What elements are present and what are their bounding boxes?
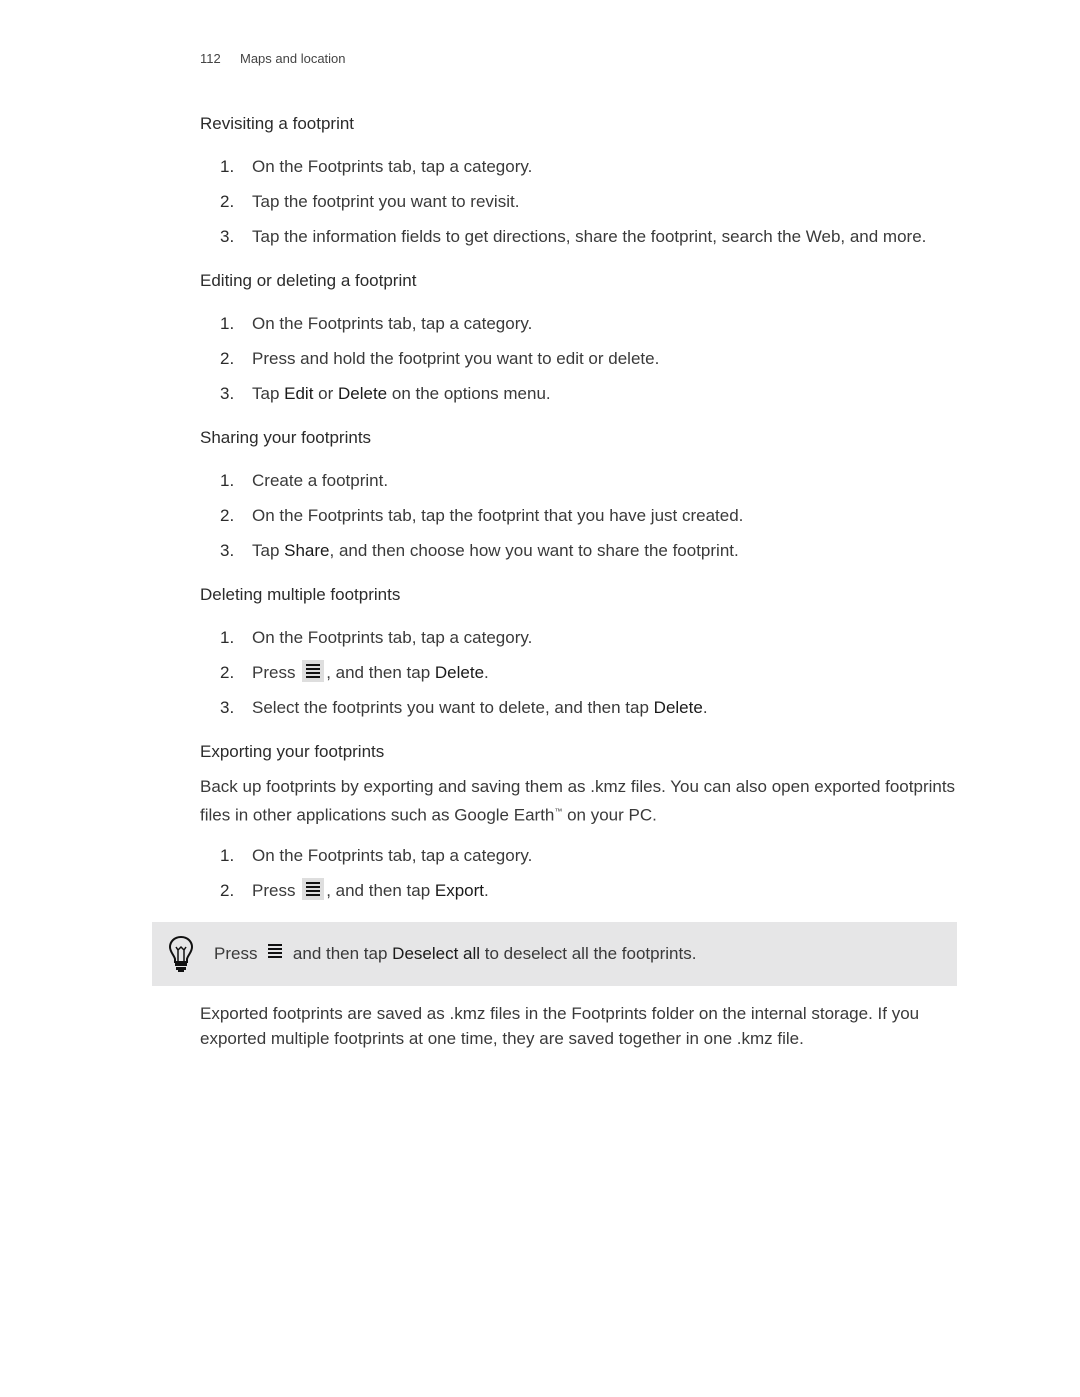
ui-term-delete: Delete <box>653 698 703 717</box>
ui-term-share: Share <box>284 541 330 560</box>
steps-list: 1. Create a footprint. 2. On the Footprint… <box>200 468 960 563</box>
step: 2. Press , and then tap Delete. <box>200 660 960 685</box>
section-exporting: Exporting your footprints Back up footpr… <box>200 740 960 903</box>
step-number: 2. <box>220 663 235 682</box>
chapter-title: Maps and location <box>240 51 346 66</box>
step: 1. On the Footprints tab, tap a category. <box>200 154 960 179</box>
ui-term-deselect-all: Deselect all <box>392 944 481 963</box>
menu-icon <box>302 877 325 900</box>
step-text: . <box>702 698 708 717</box>
section-title: Revisiting a footprint <box>200 114 355 133</box>
step-number: 1. <box>220 314 235 333</box>
export-intro: Back up footprints by exporting and savi… <box>200 774 960 828</box>
section-editing: Editing or deleting a footprint 1. On the… <box>200 269 960 406</box>
step-text: On the Footprints tab, tap a category. <box>252 845 533 865</box>
step-text: On the Footprints tab, tap a category. <box>252 314 533 333</box>
menu-icon <box>264 941 286 963</box>
steps-list: 1. On the Footprints tab, tap a category.… <box>200 625 960 720</box>
section-title: Editing or deleting a footprint <box>200 271 417 290</box>
tip-box: Press and then tap Deselect all to desel… <box>152 922 957 986</box>
lightbulb-icon <box>168 935 194 972</box>
step-number: 2. <box>220 506 235 525</box>
step-text: Press and hold the footprint you want to… <box>252 349 660 368</box>
section-deleting-multiple: Deleting multiple footprints 1. On the Fo… <box>200 583 960 720</box>
step-text: On the Footprints tab, tap a category. <box>252 157 533 176</box>
step-text: . <box>484 880 489 900</box>
step: 1. Create a footprint. <box>200 468 960 493</box>
step-text: On the Footprints tab, tap the footprint… <box>252 506 744 525</box>
step: 3. Tap the information fields to get dire… <box>200 224 960 249</box>
step: 2. On the Footprints tab, tap the footpri… <box>200 503 960 528</box>
step-number: 2. <box>220 880 235 900</box>
tip-text-part: to deselect all the footprints. <box>480 944 697 963</box>
step-number: 2. <box>220 349 235 368</box>
step: 1. On the Footprints tab, tap a category. <box>200 625 960 650</box>
step-text: Select the footprints you want to delete… <box>252 698 654 717</box>
step-number: 3. <box>220 541 235 560</box>
step-text: , and then tap <box>326 880 435 900</box>
section-title: Deleting multiple footprints <box>200 585 401 604</box>
menu-icon <box>302 660 325 682</box>
step-number: 3. <box>220 227 235 246</box>
intro-text: on your PC. <box>562 805 657 825</box>
step: 1. On the Footprints tab, tap a category. <box>200 311 960 336</box>
step-text: Tap the footprint you want to revisit. <box>252 192 520 211</box>
steps-list: 1. On the Footprints tab, tap a category.… <box>200 843 960 903</box>
steps-list: 1. On the Footprints tab, tap a category.… <box>200 154 960 249</box>
step-text: on the options menu. <box>387 384 551 403</box>
step-text: Tap the information fields to get direct… <box>252 227 927 246</box>
step-text: , and then choose how you want to share … <box>329 541 739 560</box>
step: 2. Tap the footprint you want to revisit. <box>200 189 960 214</box>
step: 3. Tap Share, and then choose how you wan… <box>200 538 960 563</box>
step: 2. Press and hold the footprint you want … <box>200 346 960 371</box>
step-number: 3. <box>220 384 235 403</box>
step-text: or <box>313 384 338 403</box>
step-number: 1. <box>220 845 235 865</box>
step-text: Tap <box>252 384 285 403</box>
ui-term-export: Export <box>434 880 485 900</box>
step-number: 1. <box>220 157 235 176</box>
ui-term-delete: Delete <box>338 384 388 403</box>
section-sharing: Sharing your footprints 1. Create a footp… <box>200 426 960 563</box>
main-content: Revisiting a footprint 1. On the Footprin… <box>200 112 960 923</box>
step-text: Tap <box>252 541 285 560</box>
step-text: Press <box>252 880 301 900</box>
step: 2. Press , and then tap Export. <box>200 877 960 903</box>
page-number: 112 <box>200 51 221 66</box>
section-title: Exporting your footprints <box>200 742 385 761</box>
tip-text-part: and then tap <box>288 944 393 963</box>
step-number: 3. <box>220 698 235 717</box>
step: 3. Select the footprints you want to dele… <box>200 695 960 720</box>
step-text: . <box>484 663 489 682</box>
steps-list: 1. On the Footprints tab, tap a category.… <box>200 311 960 406</box>
ui-term-delete: Delete <box>434 663 485 682</box>
section-title: Sharing your footprints <box>200 428 372 447</box>
step: 3. Tap Edit or Delete on the options menu… <box>200 381 960 406</box>
step-number: 1. <box>220 471 235 490</box>
section-revisiting: Revisiting a footprint 1. On the Footprin… <box>200 112 960 249</box>
step-text: On the Footprints tab, tap a category. <box>252 628 533 647</box>
step-number: 2. <box>220 192 235 211</box>
step: 1. On the Footprints tab, tap a category. <box>200 843 960 868</box>
page-header: 112 Maps and location <box>200 51 346 66</box>
step-number: 1. <box>220 628 235 647</box>
closing-paragraph: Exported footprints are saved as .kmz fi… <box>200 1004 920 1048</box>
step-text: Press <box>252 663 301 682</box>
step-text: Create a footprint. <box>252 471 389 490</box>
ui-term-edit: Edit <box>284 384 314 403</box>
tip-text-part: Press <box>214 944 263 963</box>
step-text: , and then tap <box>326 663 435 682</box>
closing-section: Exported footprints are saved as .kmz fi… <box>200 1001 960 1066</box>
tip-text: Press and then tap Deselect all to desel… <box>214 941 696 966</box>
